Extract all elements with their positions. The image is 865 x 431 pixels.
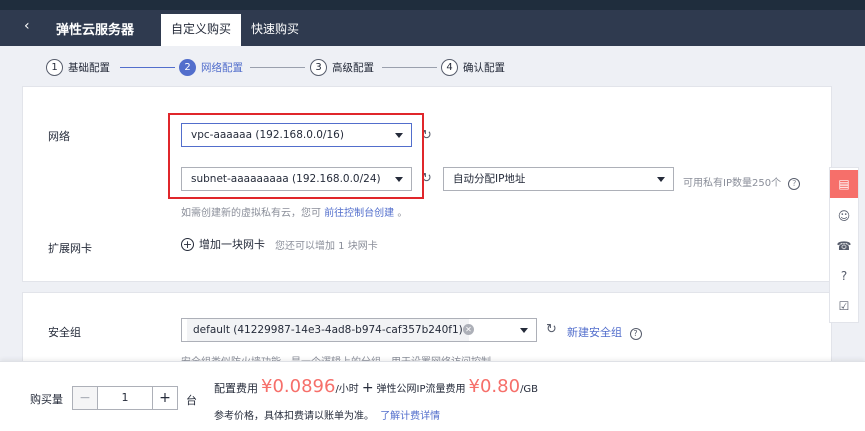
top-strip bbox=[0, 0, 865, 10]
network-label: 网络 bbox=[48, 130, 70, 143]
new-security-group-label: 新建安全组 bbox=[567, 326, 622, 339]
chevron-down-icon bbox=[657, 177, 665, 182]
help-icon[interactable]: ? bbox=[830, 262, 858, 290]
traffic-fee-unit: /GB bbox=[520, 384, 539, 395]
refresh-security-icon[interactable]: ↻ bbox=[546, 322, 557, 337]
create-vpc-link[interactable]: 前往控制台创建 bbox=[324, 208, 394, 219]
step-advanced-config[interactable]: 3 高级配置 bbox=[310, 58, 374, 76]
step-number: 4 bbox=[441, 58, 458, 76]
ip-available-count: 可用私有IP数量250个 bbox=[683, 178, 782, 189]
price-note: 参考价格，具体扣费请以账单为准。 了解计费详情 bbox=[214, 407, 440, 422]
quantity-stepper[interactable]: − 1 + bbox=[72, 386, 178, 410]
help-icon[interactable]: ? bbox=[629, 328, 642, 340]
feedback-face-icon[interactable]: ☺ bbox=[830, 202, 858, 230]
step-connector bbox=[382, 67, 437, 68]
billing-details-link[interactable]: 了解计费详情 bbox=[380, 411, 440, 422]
nic-label: 扩展网卡 bbox=[48, 242, 92, 255]
security-group-select[interactable]: default (41229987-14e3-4ad8-b974-caf357b… bbox=[181, 318, 537, 342]
traffic-fee-price: ¥0.80 bbox=[468, 376, 521, 397]
plus-sign: + bbox=[361, 380, 374, 396]
step-connector bbox=[120, 67, 175, 68]
back-arrow-icon[interactable]: ‹ bbox=[24, 18, 30, 34]
step-confirm-config[interactable]: 4 确认配置 bbox=[441, 58, 505, 76]
step-basic-config[interactable]: 1 基础配置 bbox=[46, 58, 110, 76]
quantity-unit: 台 bbox=[186, 394, 197, 407]
price-summary: 配置费用 ¥0.0896 /小时 + 弹性公网IP流量费用 ¥0.80 /GB bbox=[214, 376, 538, 397]
step-number: 2 bbox=[179, 58, 196, 76]
highlight-box bbox=[168, 113, 424, 199]
help-icon[interactable]: ? bbox=[788, 178, 801, 190]
ip-available-text: 可用私有IP数量250个 ? bbox=[683, 174, 801, 190]
increment-button[interactable]: + bbox=[153, 387, 177, 409]
hint-suffix: 。 bbox=[397, 208, 408, 219]
price-note-text: 参考价格，具体扣费请以账单为准。 bbox=[214, 411, 374, 422]
step-label: 基础配置 bbox=[68, 61, 110, 74]
step-number: 1 bbox=[46, 58, 63, 76]
ip-assign-value: 自动分配IP地址 bbox=[453, 173, 526, 185]
clear-icon[interactable]: ✕ bbox=[463, 324, 474, 335]
support-headset-icon[interactable]: ☎ bbox=[830, 232, 858, 260]
vpc-create-hint: 如需创建新的虚拟私有云，您可 前往控制台创建 。 bbox=[181, 204, 407, 219]
step-connector bbox=[250, 67, 305, 68]
security-group-tag: default (41229987-14e3-4ad8-b974-caf357b… bbox=[187, 319, 469, 341]
step-number: 3 bbox=[310, 58, 327, 76]
page-header: ‹ 弹性云服务器 自定义购买 快速购买 bbox=[0, 10, 865, 46]
config-fee-label: 配置费用 bbox=[214, 382, 258, 395]
steps-bar: 1 基础配置 2 网络配置 3 高级配置 4 确认配置 bbox=[0, 46, 865, 86]
step-label: 高级配置 bbox=[332, 61, 374, 74]
config-fee-price: ¥0.0896 bbox=[261, 376, 336, 397]
floating-toolbar: ▤ ☺ ☎ ? ☑ bbox=[829, 167, 859, 323]
add-nic-button[interactable]: + 增加一块网卡 您还可以增加 1 块网卡 bbox=[181, 236, 378, 252]
new-security-group-link[interactable]: 新建安全组 ? bbox=[567, 324, 642, 340]
tab-custom-purchase[interactable]: 自定义购买 bbox=[161, 14, 242, 46]
tab-quick-purchase[interactable]: 快速购买 bbox=[241, 14, 309, 46]
ip-assign-select[interactable]: 自动分配IP地址 bbox=[443, 167, 674, 191]
security-group-label: 安全组 bbox=[48, 326, 81, 339]
config-fee-unit: /小时 bbox=[335, 384, 359, 395]
page-title: 弹性云服务器 bbox=[56, 23, 135, 38]
step-label: 确认配置 bbox=[463, 61, 505, 74]
chevron-down-icon bbox=[520, 328, 528, 333]
quantity-input[interactable]: 1 bbox=[97, 387, 153, 409]
step-label: 网络配置 bbox=[201, 61, 243, 74]
checklist-icon[interactable]: ☑ bbox=[830, 292, 858, 320]
add-nic-label: 增加一块网卡 bbox=[199, 238, 265, 251]
chat-icon[interactable]: ▤ bbox=[830, 170, 858, 198]
quantity-label: 购买量 bbox=[30, 393, 63, 406]
decrement-button[interactable]: − bbox=[73, 387, 97, 409]
traffic-fee-label: 弹性公网IP流量费用 bbox=[376, 384, 466, 395]
hint-prefix: 如需创建新的虚拟私有云，您可 bbox=[181, 208, 321, 219]
nic-hint: 您还可以增加 1 块网卡 bbox=[275, 240, 378, 252]
plus-icon: + bbox=[181, 237, 194, 251]
step-network-config[interactable]: 2 网络配置 bbox=[179, 58, 243, 76]
